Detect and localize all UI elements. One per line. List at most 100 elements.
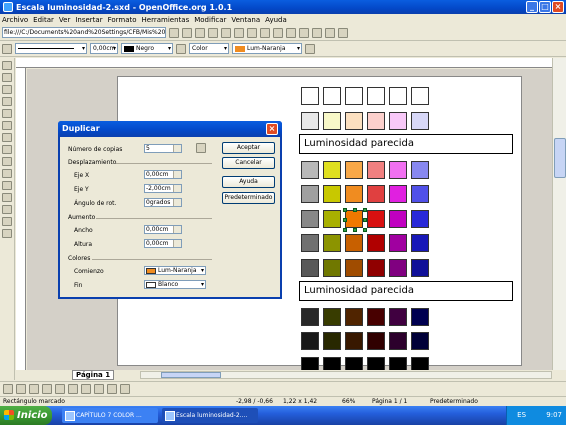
color-swatch[interactable] [389,332,407,350]
arrange-icon[interactable] [2,193,12,202]
color-swatch[interactable] [367,332,385,350]
x-axis-field[interactable]: 0,00cm [144,170,182,179]
minimize-button[interactable]: _ [526,1,538,13]
color-swatch[interactable] [389,160,407,179]
3d-controller-icon[interactable] [2,229,12,238]
dialog-close-button[interactable]: × [266,123,278,135]
exit-group-icon[interactable] [120,383,130,394]
color-swatch[interactable] [411,356,429,370]
menu-formato[interactable]: Formato [108,16,137,24]
color-swatch[interactable] [345,356,363,370]
start-button[interactable]: Inicio [0,406,52,425]
stop-icon[interactable] [182,27,192,38]
tab-pagina-1[interactable]: Página 1 [72,370,115,380]
color-swatch[interactable] [301,87,319,105]
color-swatch[interactable] [389,87,407,105]
3d-object-icon[interactable] [2,121,12,130]
luminosity-label[interactable]: Luminosidad parecida [299,134,513,154]
color-swatch[interactable] [323,87,341,105]
grid-icon[interactable] [3,383,13,394]
color-swatch[interactable] [345,332,363,350]
color-swatch[interactable] [323,307,341,326]
color-swatch[interactable] [367,234,385,252]
open-icon[interactable] [208,27,218,38]
start-color-select[interactable]: Lum-Naranja [144,266,206,275]
close-button[interactable]: × [552,1,564,13]
line-style-select[interactable] [15,43,87,54]
accept-button[interactable]: Aceptar [222,142,275,154]
color-swatch[interactable] [367,356,385,370]
url-field[interactable]: file:///C:/Documents%20and%20Settings/CF… [2,27,166,38]
rotate-icon[interactable] [2,169,12,178]
copy-icon[interactable] [273,27,283,38]
color-swatch[interactable] [411,209,429,228]
print-icon[interactable] [247,27,257,38]
y-axis-field[interactable]: -2,00cm [144,184,182,193]
snap-frame-icon[interactable] [68,383,78,394]
color-swatch[interactable] [323,332,341,350]
luminosity-label[interactable]: Luminosidad parecida [299,281,513,301]
area-type-select[interactable]: Color [189,43,229,54]
color-swatch[interactable] [323,356,341,370]
menu-ayuda[interactable]: Ayuda [265,16,287,24]
line-width-select[interactable]: 0,00cm [90,43,118,54]
snap-border-icon[interactable] [55,383,65,394]
go-icon[interactable] [169,27,179,38]
color-swatch[interactable] [345,87,363,105]
height-field[interactable]: 0,00cm [144,239,182,248]
color-swatch[interactable] [367,185,385,203]
pick-values-icon[interactable] [196,143,206,153]
color-swatch[interactable] [411,234,429,252]
quick-edit-icon[interactable] [107,383,117,394]
mail-icon[interactable] [234,27,244,38]
menu-editar[interactable]: Editar [33,16,54,24]
color-swatch[interactable] [411,258,429,277]
menu-modificar[interactable]: Modificar [194,16,226,24]
color-swatch[interactable] [411,332,429,350]
color-swatch[interactable] [367,258,385,277]
effects-icon[interactable] [2,217,12,226]
color-swatch[interactable] [389,258,407,277]
selection-handle[interactable] [343,217,347,222]
color-swatch[interactable] [389,185,407,203]
color-swatch[interactable] [323,185,341,203]
angle-field[interactable]: 0grados [144,198,182,207]
color-swatch[interactable] [301,356,319,370]
zoom-icon[interactable] [2,73,12,82]
select-icon[interactable] [2,61,12,70]
selection-handle[interactable] [353,207,357,212]
menu-archivo[interactable]: Archivo [2,16,28,24]
menu-ventana[interactable]: Ventana [231,16,260,24]
area-color-select[interactable]: Lum-Naranja [232,43,302,54]
double-click-text-icon[interactable] [94,383,104,394]
color-swatch[interactable] [301,160,319,179]
color-swatch[interactable] [323,234,341,252]
selection-handle[interactable] [363,227,367,232]
color-swatch[interactable] [367,209,385,228]
color-swatch[interactable] [367,111,385,130]
color-swatch[interactable] [301,234,319,252]
color-swatch[interactable] [301,185,319,203]
restore-button[interactable]: □ [539,1,551,13]
menu-ver[interactable]: Ver [59,16,70,24]
color-swatch[interactable] [301,258,319,277]
alignment-icon[interactable] [2,181,12,190]
color-swatch[interactable] [323,111,341,130]
color-swatch[interactable] [411,307,429,326]
insert-icon[interactable] [2,205,12,214]
color-swatch[interactable] [389,307,407,326]
snap-guides-icon[interactable] [16,383,26,394]
color-swatch[interactable] [367,307,385,326]
paste-icon[interactable] [286,27,296,38]
scroll-thumb[interactable] [554,138,566,178]
selection-handle[interactable] [353,227,357,232]
color-swatch[interactable] [323,160,341,179]
save-icon[interactable] [221,27,231,38]
color-swatch[interactable] [411,160,429,179]
menu-herramientas[interactable]: Herramientas [142,16,190,24]
color-swatch[interactable] [345,307,363,326]
area-icon[interactable] [176,43,186,54]
color-swatch[interactable] [301,307,319,326]
color-swatch[interactable] [411,185,429,203]
language-indicator[interactable]: ES [517,411,526,419]
